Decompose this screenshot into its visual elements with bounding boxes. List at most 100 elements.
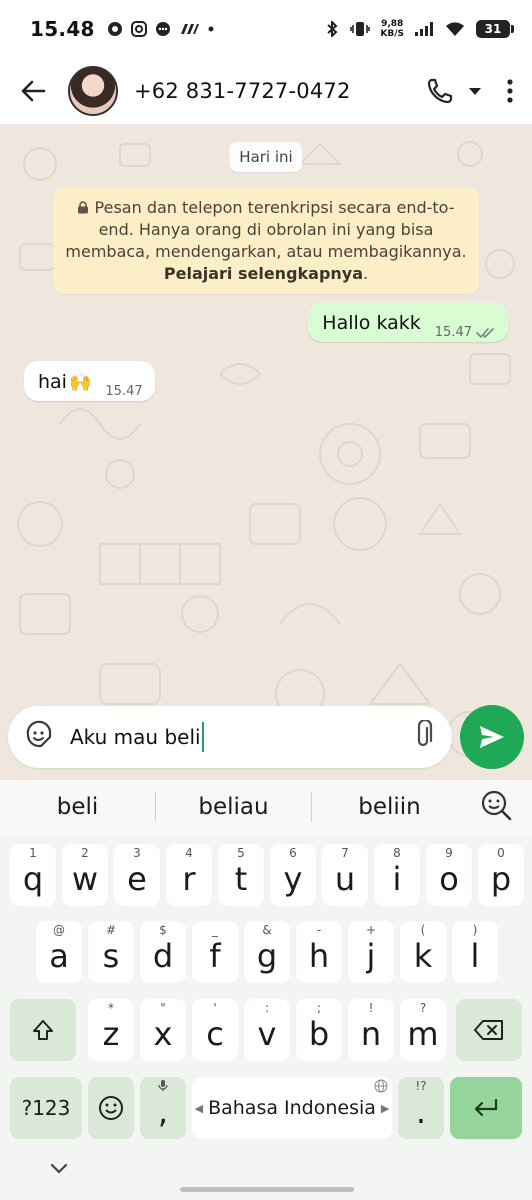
message-input[interactable]: Aku mau beli bbox=[70, 722, 204, 752]
more-vert-icon bbox=[507, 79, 513, 103]
send-icon bbox=[480, 726, 504, 748]
key-r[interactable]: 4r bbox=[166, 844, 212, 906]
back-button[interactable] bbox=[18, 76, 48, 106]
hide-keyboard-icon[interactable] bbox=[49, 1162, 69, 1176]
outgoing-message[interactable]: Hallo kakk 15.47 bbox=[308, 303, 508, 342]
encryption-end: . bbox=[363, 264, 369, 283]
chat-area[interactable]: Hari ini Pesan dan telepon terenkripsi s… bbox=[0, 124, 532, 780]
message-text-content: hai bbox=[38, 371, 67, 393]
language-left-icon: ◀ bbox=[194, 1101, 204, 1115]
caret-down-icon bbox=[469, 88, 481, 95]
symbols-key[interactable]: ?123 bbox=[10, 1077, 82, 1139]
key-e[interactable]: 3e bbox=[114, 844, 160, 906]
key-hint: ; bbox=[316, 1001, 322, 1015]
key-hint: 5 bbox=[237, 846, 245, 860]
key-o[interactable]: 9o bbox=[426, 844, 472, 906]
key-hint: 0 bbox=[497, 846, 505, 860]
key-c[interactable]: ' c bbox=[192, 999, 238, 1061]
signal-icon bbox=[415, 22, 433, 36]
key-j[interactable]: + j bbox=[348, 921, 394, 983]
key-a[interactable]: @ a bbox=[36, 921, 82, 983]
more-options-button[interactable] bbox=[506, 78, 514, 104]
suggestion-1[interactable]: beli bbox=[0, 794, 155, 820]
key-hint: + bbox=[365, 923, 377, 937]
contact-name[interactable]: +62 831-7727-0472 bbox=[134, 79, 351, 103]
shift-key[interactable] bbox=[10, 999, 76, 1061]
suggestion-2[interactable]: beliau bbox=[156, 794, 311, 820]
raised-hands-emoji: 🙌 bbox=[68, 372, 92, 393]
key-l[interactable]: ) l bbox=[452, 921, 498, 983]
suggestion-bar: beli beliau beliin bbox=[0, 780, 532, 834]
key-hint: " bbox=[160, 1001, 166, 1015]
key-hint: 9 bbox=[445, 846, 453, 860]
period-hint: !? bbox=[415, 1079, 427, 1093]
space-label-group: ◀ Bahasa Indonesia ▶ bbox=[195, 1097, 390, 1119]
navigation-bar bbox=[0, 1150, 532, 1200]
key-d[interactable]: $ d bbox=[140, 921, 186, 983]
enter-key[interactable] bbox=[450, 1077, 522, 1139]
key-h[interactable]: -h bbox=[296, 921, 342, 983]
key-label: c bbox=[206, 1015, 224, 1053]
emoji-key[interactable] bbox=[88, 1077, 134, 1139]
key-w[interactable]: 2w bbox=[62, 844, 108, 906]
key-label: k bbox=[413, 937, 433, 975]
more-notifications-icon bbox=[208, 26, 214, 32]
encryption-notice[interactable]: Pesan dan telepon terenkripsi secara end… bbox=[53, 188, 479, 294]
incoming-message[interactable]: hai 🙌 15.47 bbox=[24, 361, 155, 401]
wifi-icon bbox=[446, 22, 464, 36]
key-hint: & bbox=[262, 923, 272, 937]
key-v[interactable]: :v bbox=[244, 999, 290, 1061]
home-indicator[interactable] bbox=[180, 1187, 354, 1192]
key-label: l bbox=[470, 937, 480, 975]
key-k[interactable]: (k bbox=[400, 921, 446, 983]
key-b[interactable]: ; b bbox=[296, 999, 342, 1061]
period-label: . bbox=[415, 1093, 427, 1131]
key-label: v bbox=[257, 1015, 277, 1053]
period-key[interactable]: !? . bbox=[398, 1077, 444, 1139]
status-bar: 15.48 9,88 KB/S 31 bbox=[0, 0, 532, 58]
key-hint: @ bbox=[53, 923, 65, 937]
send-button[interactable] bbox=[460, 705, 524, 769]
key-n[interactable]: ! n bbox=[348, 999, 394, 1061]
key-f[interactable]: _ f bbox=[192, 921, 238, 983]
bluetooth-icon bbox=[327, 21, 338, 37]
key-y[interactable]: 6y bbox=[270, 844, 316, 906]
key-g[interactable]: & g bbox=[244, 921, 290, 983]
globe-hint-icon bbox=[192, 1079, 392, 1096]
attach-button[interactable] bbox=[412, 718, 434, 754]
message-input-value: Aku mau beli bbox=[70, 725, 201, 749]
key-label: t bbox=[234, 860, 248, 898]
space-label: Bahasa Indonesia bbox=[208, 1097, 376, 1119]
key-t[interactable]: 5t bbox=[218, 844, 264, 906]
suggestion-3[interactable]: beliin bbox=[312, 794, 467, 820]
space-key[interactable]: ◀ Bahasa Indonesia ▶ bbox=[192, 1077, 392, 1139]
paperclip-icon bbox=[417, 718, 433, 747]
contact-avatar[interactable] bbox=[68, 66, 118, 116]
message-composer[interactable]: Aku mau beli bbox=[8, 706, 452, 768]
key-hint: # bbox=[105, 923, 117, 937]
learn-more-link[interactable]: Pelajari selengkapnya bbox=[164, 264, 363, 283]
language-right-icon: ▶ bbox=[380, 1101, 390, 1115]
key-s[interactable]: # s bbox=[88, 921, 134, 983]
key-label: f bbox=[209, 937, 221, 975]
voice-call-button[interactable] bbox=[426, 77, 454, 105]
key-i[interactable]: 8i bbox=[374, 844, 420, 906]
key-x[interactable]: " x bbox=[140, 999, 186, 1061]
emoji-search-button[interactable] bbox=[480, 789, 512, 825]
globe-icon bbox=[374, 1079, 388, 1093]
key-label: w bbox=[71, 860, 99, 898]
key-q[interactable]: 1q bbox=[10, 844, 56, 906]
enter-icon bbox=[474, 1098, 498, 1117]
key-u[interactable]: 7u bbox=[322, 844, 368, 906]
key-hint: ) bbox=[472, 923, 478, 937]
sticker-button[interactable] bbox=[24, 720, 54, 754]
mic-hint-icon bbox=[140, 1079, 186, 1095]
key-p[interactable]: 0p bbox=[478, 844, 524, 906]
encryption-text: Pesan dan telepon terenkripsi secara end… bbox=[65, 198, 467, 261]
call-options-button[interactable] bbox=[468, 86, 482, 96]
network-speed: 9,88 KB/S bbox=[380, 19, 404, 39]
comma-key[interactable]: , bbox=[140, 1077, 186, 1139]
key-m[interactable]: ? m bbox=[400, 999, 446, 1061]
backspace-key[interactable] bbox=[456, 999, 522, 1061]
key-z[interactable]: * z bbox=[88, 999, 134, 1061]
